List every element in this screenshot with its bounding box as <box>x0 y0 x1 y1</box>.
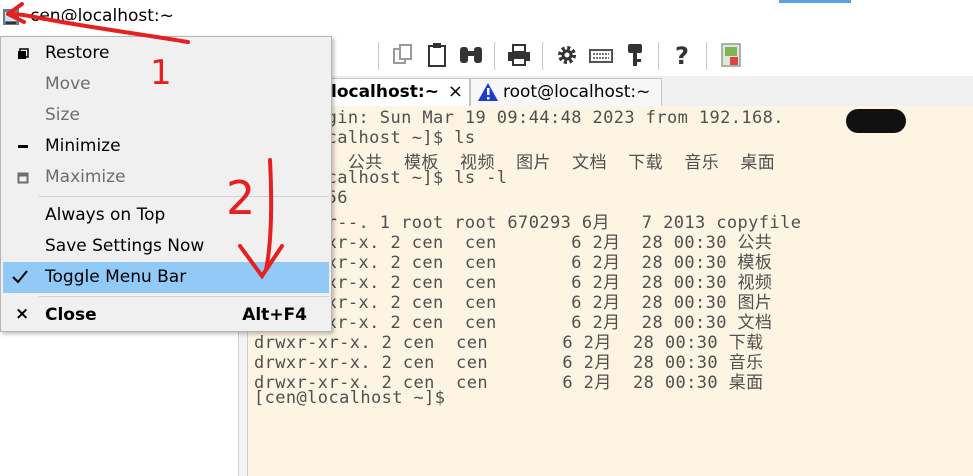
find-icon[interactable] <box>456 40 486 70</box>
toolbar-separator <box>706 42 707 70</box>
menu-item-minimize[interactable]: Minimize <box>3 131 329 162</box>
tab-label: localhost:~ <box>331 82 439 102</box>
toolbar-separator <box>494 42 495 70</box>
restore-icon <box>18 48 29 59</box>
menu-item-close[interactable]: × Close Alt+F4 <box>3 300 329 331</box>
menu-item-save-settings[interactable]: Save Settings Now <box>3 231 329 262</box>
menu-item-toggle-menu-bar[interactable]: Toggle Menu Bar <box>3 262 329 293</box>
print-icon[interactable] <box>504 40 534 70</box>
tab-label: root@localhost:~ <box>503 82 651 102</box>
menu-item-label: Size <box>45 105 80 125</box>
menu-item-label: Restore <box>45 43 110 63</box>
minimize-icon <box>18 145 28 148</box>
paste-icon[interactable] <box>422 40 452 70</box>
menu-item-shortcut: Alt+F4 <box>242 305 307 325</box>
terminal-line: [cen@localhost ~]$ <box>254 388 446 408</box>
title-accent-line <box>779 0 851 3</box>
menu-item-label: Move <box>45 74 91 94</box>
menu-item-move[interactable]: Move <box>3 69 329 100</box>
menu-item-label: Save Settings Now <box>45 236 205 256</box>
menu-separator <box>39 196 329 197</box>
title-bar: cen@localhost:~ <box>0 0 973 36</box>
menu-item-label: Always on Top <box>45 205 166 225</box>
copy-icon[interactable] <box>388 40 418 70</box>
toolbar-separator <box>542 42 543 70</box>
menu-item-label: Minimize <box>45 136 121 156</box>
keyboard-icon[interactable] <box>586 40 616 70</box>
toolbar-separator <box>378 42 379 70</box>
menu-item-maximize[interactable]: Maximize <box>3 162 329 193</box>
info-icon[interactable] <box>716 40 746 70</box>
key-icon[interactable] <box>620 40 650 70</box>
close-icon: × <box>15 304 30 324</box>
checkmark-icon <box>12 270 28 284</box>
close-icon[interactable]: × <box>448 81 463 102</box>
menu-item-label: Close <box>45 305 97 325</box>
window-title: cen@localhost:~ <box>30 6 174 26</box>
toolbar-separator <box>658 42 659 70</box>
menu-item-label: Maximize <box>45 167 126 187</box>
menu-item-size[interactable]: Size <box>3 100 329 131</box>
maximize-icon <box>17 172 29 184</box>
terminal-line: ocalhost ~]$ ls <box>316 128 476 148</box>
menu-item-always-on-top[interactable]: Always on Top <box>3 200 329 231</box>
terminal-line: ogin: Sun Mar 19 09:44:48 2023 from 192.… <box>316 108 784 128</box>
menu-item-restore[interactable]: Restore <box>3 38 329 69</box>
system-menu: Restore Move Size Minimize Maximize Alwa… <box>0 36 332 332</box>
menu-separator <box>39 296 329 297</box>
terminal-line: ocalhost ~]$ ls -l <box>316 168 508 188</box>
warning-icon <box>478 83 498 101</box>
tab-root-localhost[interactable]: root@localhost:~ <box>470 78 662 106</box>
svg-text:?: ? <box>675 42 689 68</box>
help-icon[interactable]: ? <box>668 40 698 70</box>
redaction-mark <box>846 109 906 133</box>
settings-icon[interactable] <box>552 40 582 70</box>
terminal-view[interactable]: ogin: Sun Mar 19 09:44:48 2023 from 192.… <box>248 106 973 476</box>
app-icon[interactable] <box>2 8 20 26</box>
menu-item-label: Toggle Menu Bar <box>45 267 187 287</box>
